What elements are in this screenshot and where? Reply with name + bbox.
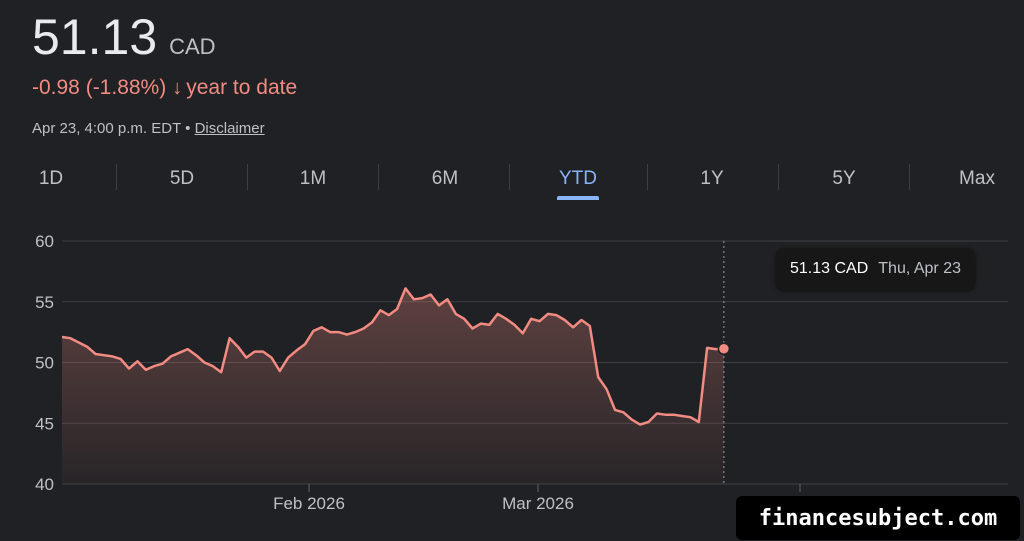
tooltip-price: 51.13 CAD (790, 260, 869, 277)
price-area (62, 288, 724, 484)
x-tick-label: Feb 2026 (273, 494, 345, 513)
y-tick-label: 50 (35, 354, 54, 373)
y-tick-label: 60 (35, 232, 54, 251)
hover-point (717, 342, 731, 356)
y-tick-label: 45 (35, 414, 54, 433)
watermark-badge: financesubject.com (736, 496, 1020, 540)
x-tick-label: Mar 2026 (502, 494, 574, 513)
y-tick-label: 40 (35, 475, 54, 494)
tooltip-date: Thu, Apr 23 (878, 260, 961, 277)
y-tick-label: 55 (35, 293, 54, 312)
price-tooltip: 51.13 CAD Thu, Apr 23 (776, 248, 975, 290)
